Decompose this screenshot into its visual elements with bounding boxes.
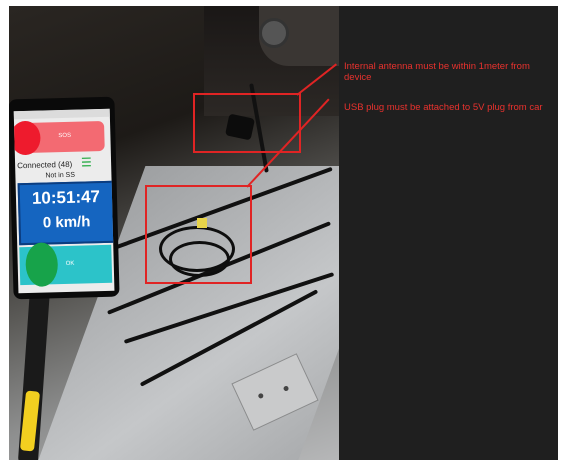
sos-label: SOS [58, 132, 72, 140]
antenna-note: Internal antenna must be within 1meter f… [344, 61, 530, 83]
usb-highlight-box [145, 185, 252, 284]
time-display: 10:51:47 [31, 187, 101, 208]
ss-status: Not in SS [45, 171, 76, 180]
connection-status: Connected (48) [17, 159, 73, 171]
mount-knob [259, 18, 289, 48]
phone-screen: SOS Connected (48) ☰ Not in SS 10:51:47 … [13, 108, 115, 294]
wifi-icon: ☰ [80, 155, 93, 170]
sos-button[interactable]: SOS [13, 120, 105, 156]
time-speed-panel: 10:51:47 0 km/h [17, 180, 115, 246]
usb-note: USB plug must be attached to 5V plug fro… [344, 102, 543, 113]
ok-icon [25, 242, 59, 288]
sos-icon [13, 120, 41, 156]
car-interior-photo: SOS Connected (48) ☰ Not in SS 10:51:47 … [9, 6, 339, 460]
ok-label: OK [65, 260, 75, 267]
status-bar [13, 108, 110, 120]
speed-display: 0 km/h [42, 213, 91, 232]
phone-device: SOS Connected (48) ☰ Not in SS 10:51:47 … [9, 96, 120, 300]
ok-button[interactable]: OK [19, 242, 113, 288]
photo-frame: SOS Connected (48) ☰ Not in SS 10:51:47 … [9, 6, 558, 460]
